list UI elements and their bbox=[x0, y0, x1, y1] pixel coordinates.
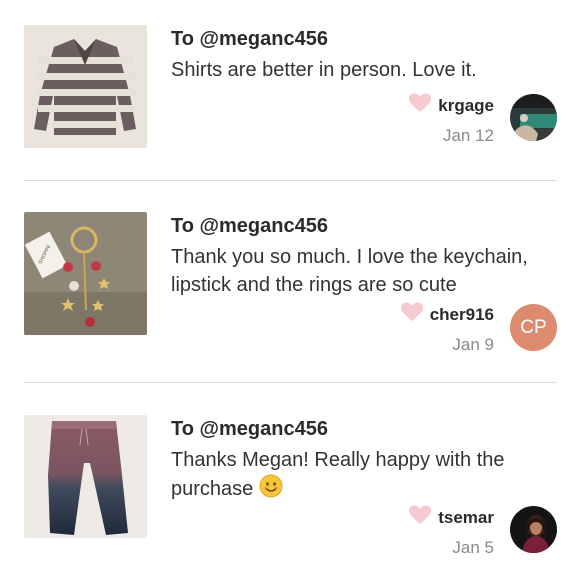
portrait-photo-avatar bbox=[510, 506, 557, 553]
divider bbox=[24, 180, 557, 181]
smiling-face-icon bbox=[259, 474, 283, 506]
comment-date: Jan 9 bbox=[452, 335, 494, 354]
heart-icon[interactable] bbox=[408, 93, 432, 118]
comment-author[interactable]: cher916 bbox=[400, 302, 494, 327]
comment-text-body: Thanks Megan! Really happy with the purc… bbox=[171, 449, 505, 500]
comment-author[interactable]: krgage bbox=[408, 93, 494, 118]
comment-text: Thanks Megan! Really happy with the purc… bbox=[171, 446, 566, 506]
comment-text: Shirts are better in person. Love it. bbox=[171, 59, 477, 81]
heart-icon[interactable] bbox=[408, 505, 432, 530]
avatar[interactable]: CP bbox=[510, 304, 557, 351]
divider bbox=[24, 382, 557, 383]
avatar-initials: CP bbox=[520, 316, 547, 338]
username[interactable]: tsemar bbox=[438, 508, 494, 528]
comment-text: Thank you so much. I love the keychain, … bbox=[171, 246, 528, 296]
username[interactable]: krgage bbox=[438, 96, 494, 116]
pool-photo-avatar bbox=[510, 94, 557, 141]
listing-thumbnail[interactable] bbox=[24, 25, 147, 148]
striped-sweater-image bbox=[24, 25, 147, 148]
avatar[interactable] bbox=[510, 94, 557, 141]
recipient-label: To @meganc456 bbox=[171, 215, 328, 237]
listing-thumbnail[interactable] bbox=[24, 415, 147, 538]
recipient-label: To @meganc456 bbox=[171, 28, 328, 50]
comment-date: Jan 5 bbox=[452, 538, 494, 557]
comment-meta: krgage Jan 12 bbox=[408, 93, 494, 146]
heart-icon[interactable] bbox=[400, 302, 424, 327]
comment-meta: tsemar Jan 5 bbox=[408, 505, 494, 558]
listing-thumbnail[interactable]: SHOPPE bbox=[24, 212, 147, 335]
username[interactable]: cher916 bbox=[430, 305, 494, 325]
recipient-label: To @meganc456 bbox=[171, 418, 328, 440]
comment-meta: cher916 Jan 9 bbox=[400, 302, 494, 355]
comment-feed: To @meganc456 Shirts are better in perso… bbox=[0, 0, 580, 580]
comment-author[interactable]: tsemar bbox=[408, 505, 494, 530]
comment-date: Jan 12 bbox=[442, 126, 494, 145]
ombre-pants-image bbox=[24, 415, 147, 538]
avatar[interactable] bbox=[510, 506, 557, 553]
keychain-image: SHOPPE bbox=[24, 212, 147, 335]
